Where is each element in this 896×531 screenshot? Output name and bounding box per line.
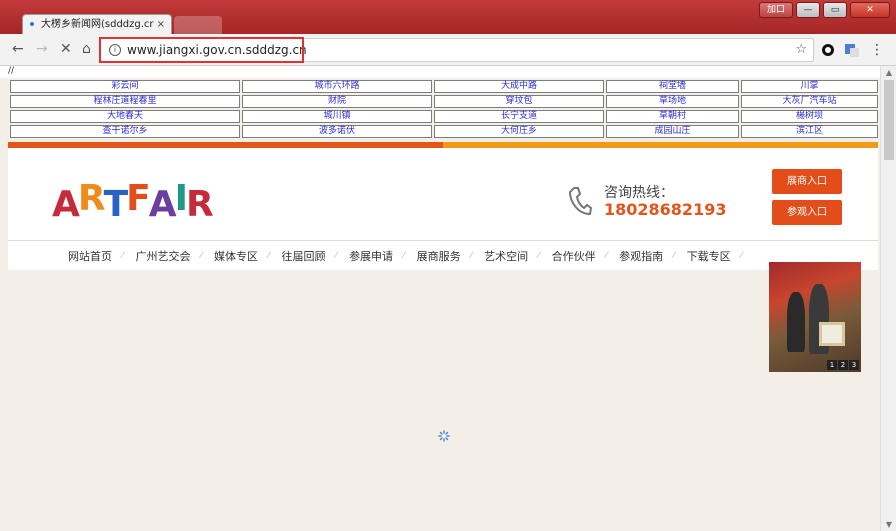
window-user-button[interactable]: 加口 [759,2,793,18]
link-cell[interactable]: 大成中路 [434,80,604,93]
link-cell[interactable]: 祠堂墙 [606,80,739,93]
nav-item[interactable]: 广州艺交会 [136,248,191,264]
tab-close-icon[interactable]: × [157,15,165,34]
link-cell[interactable]: 查干诺尔乡 [10,125,240,138]
nav-item[interactable]: 参观指南 [619,248,663,264]
nav-item[interactable]: 合作伙伴 [552,248,596,264]
page-top-text: // [0,66,880,78]
maximize-icon[interactable]: ▭ [823,2,847,18]
visitor-entry-button[interactable]: 参观入口 [772,200,842,225]
link-cell[interactable]: 财院 [242,95,432,108]
minimize-icon[interactable]: — [796,2,820,18]
links-table: 彩云间 城市六环路 大成中路 祠堂墙 川掌 程林庄道程春里 财院 穿坟包 草场地 大灰厂汽车站 大地… [10,80,878,140]
nav-item[interactable]: 媒体专区 [214,248,258,264]
link-cell[interactable]: 程林庄道程春里 [10,95,240,108]
link-cell[interactable]: 彩云间 [10,80,240,93]
browser-titlebar: 大楞乡新闻网(sdddzg.cr × 加口 — ▭ ✕ [0,0,896,34]
nav-item[interactable]: 往届回顾 [282,248,326,264]
nav-separator: ⁄ [740,250,743,261]
scroll-up-icon[interactable]: ▲ [881,68,896,77]
pager-dot[interactable]: 2 [838,360,848,370]
logo-letter: R [77,178,106,219]
link-cell[interactable]: 长宁支道 [434,110,604,123]
nav-separator: ⁄ [122,250,124,261]
nav-separator: ⁄ [470,250,473,261]
nav-item[interactable]: 艺术空间 [484,248,528,264]
content-area [0,270,880,531]
link-row: 程林庄道程春里 财院 穿坟包 草场地 大灰厂汽车站 [10,95,878,108]
hotline-label: 咨询热线： [604,185,674,201]
new-tab-button[interactable] [174,16,222,34]
translate-icon[interactable] [844,42,860,58]
logo-letter: F [126,178,151,219]
hotline-number: 18028682193 [604,200,727,219]
photo-frame [819,322,845,346]
slideshow-photo[interactable]: 123 [769,262,861,372]
link-row: 彩云间 城市六环路 大成中路 祠堂墙 川掌 [10,80,878,93]
logo-letter: A [52,184,80,225]
loading-spinner-icon [438,430,450,442]
nav-separator: ⁄ [335,250,338,261]
loading-favicon-icon [30,22,34,26]
stop-loading-icon[interactable]: ✕ [60,41,72,57]
link-cell[interactable]: 草场地 [606,95,739,108]
nav-item[interactable]: 展商服务 [417,248,461,264]
link-row: 大地春天 城川镇 长宁支道 草朝村 楊树坝 [10,110,878,123]
url-highlight-box [99,37,304,63]
link-cell[interactable]: 城川镇 [242,110,432,123]
back-arrow-icon[interactable]: ← [12,41,24,57]
nav-separator: ⁄ [538,250,540,261]
link-cell[interactable]: 大何庄乡 [434,125,604,138]
logo-letter: I [174,178,188,219]
artfair-logo[interactable]: ARTFAIR [52,178,214,225]
page-scrollbar[interactable]: ▲ ▼ [880,66,896,531]
link-row: 查干诺尔乡 波多诺伏 大何庄乡 成园山庄 滨江区 [10,125,878,138]
phone-icon [568,187,592,216]
scroll-thumb[interactable] [884,80,894,160]
nav-item[interactable]: 参展申请 [349,248,393,264]
logo-letter: R [186,184,214,225]
pager-dot[interactable]: 3 [849,360,859,370]
link-cell[interactable]: 大地春天 [10,110,240,123]
home-icon[interactable]: ⌂ [82,41,91,57]
link-cell[interactable]: 大灰厂汽车站 [741,95,878,108]
window-controls: 加口 — ▭ ✕ [759,2,890,18]
nav-item[interactable]: 网站首页 [68,248,112,264]
bookmark-star-icon[interactable]: ☆ [795,42,807,57]
link-cell[interactable]: 成园山庄 [606,125,739,138]
main-nav: 网站首页 ⁄ 广州艺交会 ⁄ 媒体专区 ⁄ 往届回顾 ⁄ 参展申请 ⁄ 展商服务 ⁄ 艺术空间 ⁄ 合作伙伴… [8,240,878,270]
nav-separator: ⁄ [673,250,675,261]
link-cell[interactable]: 滨江区 [741,125,878,138]
site-header: ARTFAIR 咨询热线： 18028682193 展商入口 参观入口 [8,148,878,240]
nav-separator: ⁄ [200,250,203,261]
tab-title: 大楞乡新闻网(sdddzg.cr [41,19,154,30]
nav-separator: ⁄ [605,250,608,261]
close-window-icon[interactable]: ✕ [850,2,890,18]
nav-item[interactable]: 下载专区 [687,248,731,264]
menu-kebab-icon[interactable]: ⋮ [870,42,884,58]
link-cell[interactable]: 草朝村 [606,110,739,123]
browser-tab[interactable]: 大楞乡新闻网(sdddzg.cr × [22,14,172,34]
forward-arrow-icon[interactable]: → [36,41,48,57]
link-cell[interactable]: 川掌 [741,80,878,93]
scroll-down-icon[interactable]: ▼ [881,520,896,529]
nav-separator: ⁄ [268,250,270,261]
photo-person [787,292,805,352]
exhibitor-entry-button[interactable]: 展商入口 [772,169,842,194]
nav-separator: ⁄ [403,250,405,261]
link-cell[interactable]: 波多诺伏 [242,125,432,138]
link-cell[interactable]: 城市六环路 [242,80,432,93]
slideshow-pager: 123 [827,360,859,370]
pager-dot[interactable]: 1 [827,360,837,370]
link-cell[interactable]: 穿坟包 [434,95,604,108]
extension-circle-icon[interactable] [820,42,836,58]
logo-letter: A [148,184,177,225]
link-cell[interactable]: 楊树坝 [741,110,878,123]
logo-letter: T [103,184,129,225]
